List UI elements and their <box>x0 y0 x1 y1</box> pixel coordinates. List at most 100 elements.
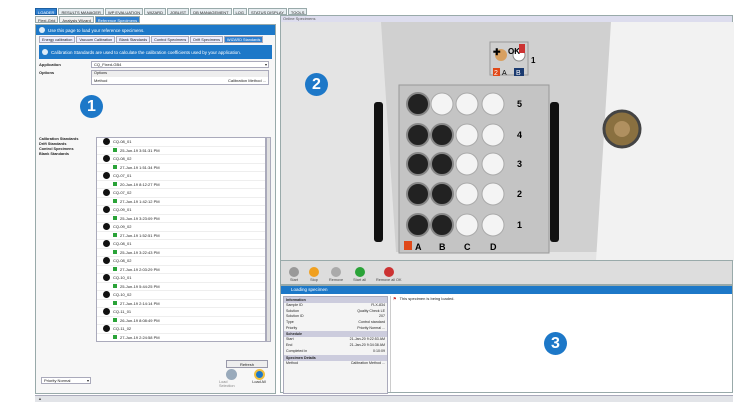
remove-button[interactable]: Remove <box>329 267 343 282</box>
priority-select[interactable]: Priority Normal ▾ <box>41 377 91 384</box>
tray-view: 5 4 3 2 1 A B C D ✚ OK 1 2 A B <box>281 22 734 261</box>
info-row: Method Calibration Method ... <box>284 361 387 367</box>
specimen-row[interactable]: CQ-11_02 <box>97 325 265 334</box>
tray-well-filled[interactable] <box>430 213 454 237</box>
stop-button[interactable]: Stop <box>309 267 319 282</box>
main-tab[interactable]: STATUS DISPLAY <box>248 8 287 15</box>
main-tab[interactable]: RESULTS MANAGER <box>58 8 104 15</box>
tray-well-filled[interactable] <box>430 182 454 206</box>
specimen-icon <box>103 206 110 214</box>
specimen-date-row: 27-Jun-19 2:14:14 PM <box>97 300 265 308</box>
tree-item[interactable]: Blank Standards <box>39 152 94 157</box>
standards-tab[interactable]: WIZARD Standards <box>224 36 264 43</box>
tray-well-empty[interactable] <box>455 92 479 116</box>
specimen-row[interactable]: CQ-08_02 <box>97 155 265 164</box>
status-message-text: This specimen is being loaded. <box>399 296 455 301</box>
status-message: ⚑ This specimen is being loaded. <box>393 296 455 301</box>
specimen-row[interactable]: CQ-08_02 <box>97 257 265 266</box>
tray-well-empty[interactable] <box>481 213 505 237</box>
tray-well-empty[interactable] <box>481 182 505 206</box>
main-tab[interactable]: TOOLS <box>287 8 308 15</box>
specimen-icon <box>103 155 110 163</box>
specimen-row[interactable]: CQ-11_01 <box>97 308 265 317</box>
main-tab[interactable]: LOADER <box>35 8 58 15</box>
tray-well-filled[interactable] <box>406 182 430 206</box>
play-all-icon <box>354 267 365 277</box>
calibration-header: Calibration Standards are used to calcul… <box>39 45 272 59</box>
remove-icon <box>331 267 342 277</box>
specimen-date: 20-Jun-19 8:12:27 PM <box>120 181 160 187</box>
tray-well-empty[interactable] <box>481 152 505 176</box>
checked-icon <box>113 335 117 340</box>
specimen-row[interactable]: CQ-08_01 <box>97 240 265 249</box>
reference-specimens-panel: Use this page to load your reference spe… <box>35 24 276 394</box>
specimen-row[interactable]: CQ-10_02 <box>97 291 265 300</box>
tray-well-empty[interactable] <box>481 92 505 116</box>
specimen-row[interactable]: CQ-10_01 <box>97 274 265 283</box>
info-key: Method <box>286 360 298 365</box>
specimen-date-row: 27-Jun-19 1:52:51 PM <box>97 232 265 240</box>
info-value: Calibration Method ... <box>350 360 385 365</box>
load-selection-button[interactable]: Load Selection <box>219 369 243 388</box>
main-tab[interactable]: DB MANAGEMENT <box>190 8 232 15</box>
sub-tab[interactable]: Reference Specimens <box>94 16 141 23</box>
standards-tab[interactable]: Control Specimens <box>151 36 190 43</box>
tray-well-empty[interactable] <box>455 182 479 206</box>
loaded-specimen-center <box>614 121 630 137</box>
standards-tab[interactable]: Blank Standards <box>116 36 151 43</box>
application-select[interactable]: CQ_Fixed-GB4 ▾ <box>91 61 269 68</box>
tray-row-label: 4 <box>517 130 522 140</box>
tray-well-filled[interactable] <box>430 152 454 176</box>
tray-well-filled[interactable] <box>406 92 430 116</box>
specimen-date: 27-Jun-19 2:03:29 PM <box>120 266 160 272</box>
holder-col-a: A <box>502 70 507 77</box>
crosshair-icon: ✚ <box>493 47 501 57</box>
standards-tab[interactable]: Energy calibration <box>39 36 76 43</box>
sub-tab[interactable]: Analysis Wizard <box>59 16 94 23</box>
status-bar: ▲ <box>35 395 733 402</box>
checked-icon <box>113 318 117 323</box>
sub-tab[interactable]: Flexi-Grid <box>35 16 59 23</box>
refresh-button[interactable]: Refresh <box>226 360 268 368</box>
load-all-button[interactable]: Load All <box>248 369 270 384</box>
remove-all-ok-button[interactable]: Remove all OK <box>376 267 402 282</box>
main-tab[interactable]: JOBLIST <box>166 8 190 15</box>
list-scrollbar[interactable] <box>266 137 271 342</box>
start-button[interactable]: Start <box>289 267 299 282</box>
specimen-name: CQ-08_01 <box>113 139 132 145</box>
specimen-name: CQ-09_01 <box>113 207 132 213</box>
specimen-row[interactable]: CQ-08_01 <box>97 138 265 147</box>
tray-well-filled[interactable] <box>406 213 430 237</box>
start-all-button[interactable]: Start all <box>353 267 366 282</box>
tray-rail-left <box>374 102 383 242</box>
options-method-row[interactable]: Method Calibration Method ... <box>92 77 268 84</box>
specimen-row[interactable]: CQ-09_02 <box>97 223 265 232</box>
info-value: 0:10:09 <box>373 348 385 353</box>
specimen-icon <box>103 325 110 333</box>
main-tab[interactable]: WP EVALUATION <box>104 8 144 15</box>
specimen-row[interactable]: CQ-07_01 <box>97 172 265 181</box>
tray-well-empty[interactable] <box>455 123 479 147</box>
tray-well-empty[interactable] <box>455 152 479 176</box>
tray-well-empty[interactable] <box>481 123 505 147</box>
tray-well-empty[interactable] <box>455 213 479 237</box>
standards-tab[interactable]: Drift Specimens <box>190 36 224 43</box>
standards-tab[interactable]: Vacuum Calibration <box>76 36 116 43</box>
specimen-date-row: 27-Jun-19 1:51:34 PM <box>97 164 265 172</box>
checked-icon <box>113 182 117 187</box>
specimen-date-row: 27-Jun-19 1:42:12 PM <box>97 198 265 206</box>
remove-label: Remove <box>329 278 344 282</box>
tray-well-filled[interactable] <box>406 123 430 147</box>
specimen-icon <box>103 172 110 180</box>
specimen-icon <box>103 189 110 197</box>
specimen-row[interactable]: CQ-07_02 <box>97 189 265 198</box>
specimen-row[interactable]: CQ-09_01 <box>97 206 265 215</box>
main-tab[interactable]: WIZARD <box>144 8 166 15</box>
specimen-date-row: 25-Jun-19 5:44:25 PM <box>97 283 265 291</box>
tray-well-filled[interactable] <box>406 152 430 176</box>
main-tab[interactable]: LOG <box>232 8 247 15</box>
tray-well-filled[interactable] <box>430 123 454 147</box>
specimen-name: CQ-08_01 <box>113 241 132 247</box>
specimen-name: CQ-08_02 <box>113 258 132 264</box>
tray-well-empty[interactable] <box>430 92 454 116</box>
